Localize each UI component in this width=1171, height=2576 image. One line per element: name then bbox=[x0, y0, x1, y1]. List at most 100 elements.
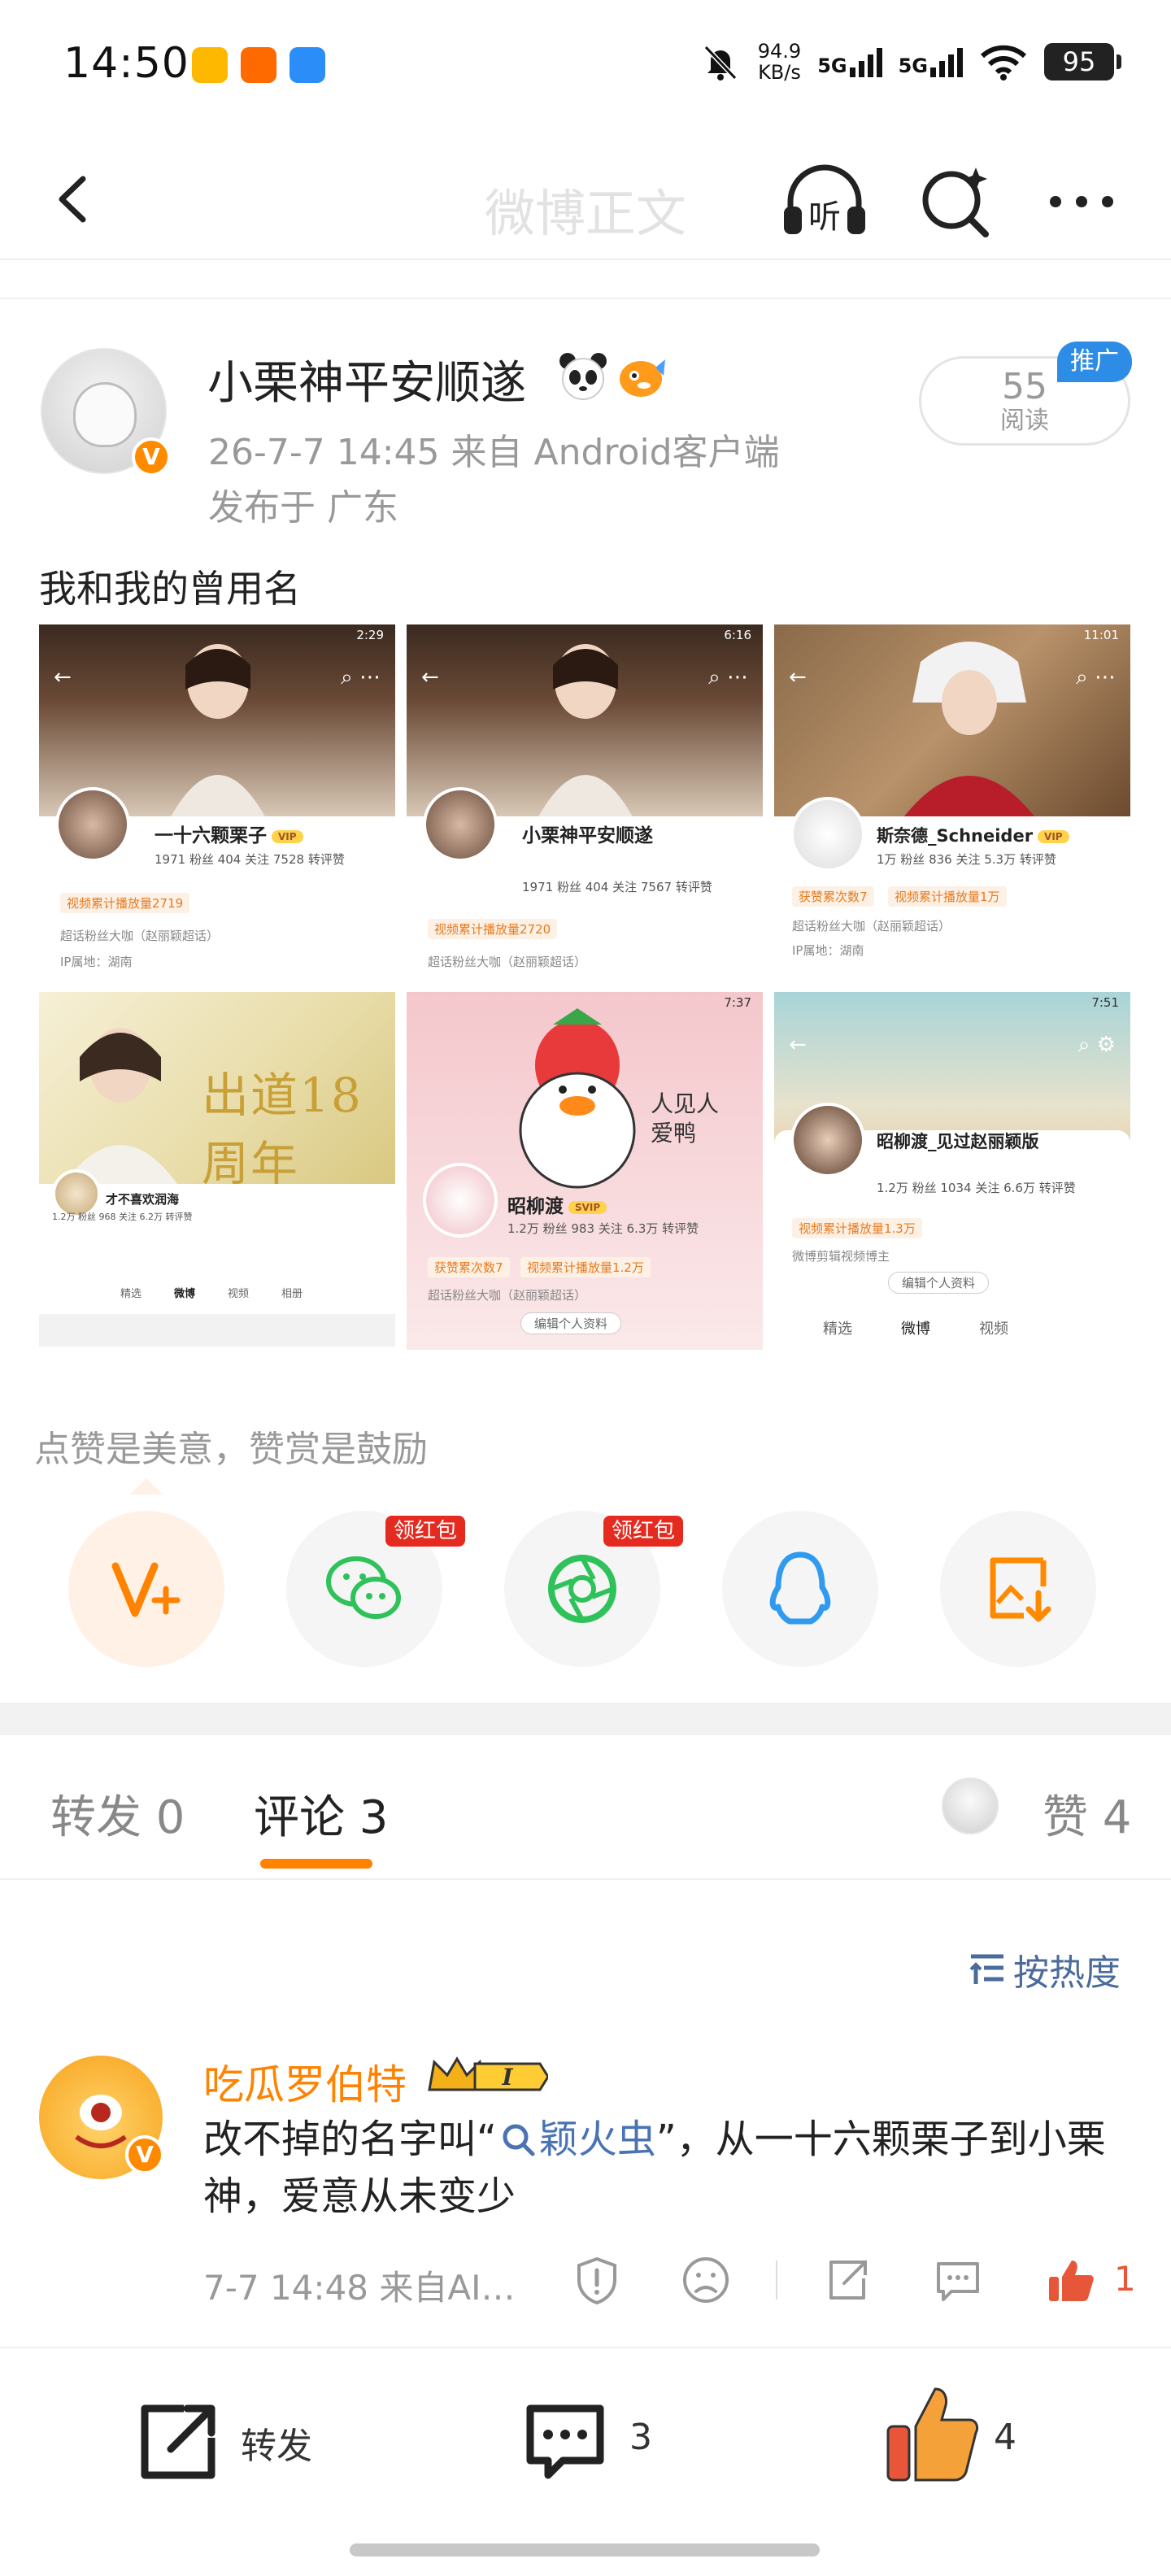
post-image-6[interactable]: 7:51 ← ⌕ ⚙ 昭柳渡_见过赵丽颖版 1.2万 粉丝 1034 关注 6.6… bbox=[774, 992, 1130, 1350]
mini-line: IP属地：湖南 bbox=[792, 943, 864, 958]
repost-label[interactable]: 转发 bbox=[241, 2417, 312, 2469]
mini-avatar bbox=[55, 787, 130, 862]
author-name[interactable]: 小栗神平安顺遂 bbox=[207, 346, 526, 412]
tab-comment[interactable]: 评论 3 bbox=[254, 1781, 388, 1847]
home-indicator[interactable] bbox=[350, 2543, 820, 2556]
mini-status-bar: 7:51 bbox=[774, 992, 1130, 1015]
divider bbox=[0, 298, 1171, 299]
mini-name: 才不喜欢润海 bbox=[106, 1192, 180, 1207]
reply-comment-icon[interactable] bbox=[932, 2254, 984, 2306]
post-image-3[interactable]: 11:01 ← ⌕ ⋯ 斯奈德_Schneider VIP 1万 粉丝 836 关注… bbox=[774, 624, 1130, 982]
signal-1-label: 5G bbox=[817, 54, 847, 77]
back-arrow-icon[interactable] bbox=[41, 163, 106, 236]
mini-tabs: 精选 微博 视频 相册 bbox=[120, 1285, 303, 1300]
post-text: 我和我的曾用名 bbox=[39, 567, 301, 611]
search-icon bbox=[503, 2124, 535, 2156]
edit-profile-chip: 编辑个人资料 bbox=[520, 1312, 622, 1334]
comment-icon[interactable] bbox=[520, 2397, 610, 2487]
tab-repost[interactable]: 转发 0 bbox=[50, 1781, 185, 1847]
mini-feed-strip bbox=[39, 1314, 395, 1347]
qq-penguin-icon bbox=[769, 1551, 831, 1625]
status-indicators: 94.9 KB/s 5G 5G 95 bbox=[699, 40, 1121, 83]
mini-stats: 1.2万 粉丝 1034 关注 6.6万 转评赞 bbox=[877, 1181, 1076, 1195]
promote-tag[interactable]: 推广 bbox=[1057, 342, 1132, 382]
author-avatar[interactable]: V bbox=[41, 348, 171, 476]
post-image-2[interactable]: 6:16 ← ⌕ ⋯ 小栗神平安顺遂 1971 粉丝 404 关注 7567 转评… bbox=[407, 624, 763, 982]
person-silhouette bbox=[537, 644, 634, 820]
save-image-button[interactable] bbox=[940, 1511, 1096, 1667]
mini-name: 一十六颗栗子 VIP bbox=[155, 820, 303, 847]
person-silhouette bbox=[904, 642, 1034, 816]
mini-tag: 视频累计播放量1.2万 bbox=[520, 1257, 651, 1277]
mini-line: 超话粉丝大咖（赵丽颖超话） bbox=[60, 929, 220, 943]
mini-status-time: 11:01 bbox=[1083, 628, 1119, 642]
mini-name: 斯奈德_Schneider VIP bbox=[877, 823, 1069, 847]
net-speed-value: 94.9 bbox=[757, 40, 802, 63]
post-image-4[interactable]: 出道18周年 才不喜欢润海 1.2万 粉丝 968 关注 6.2万 转评赞 精选… bbox=[39, 992, 395, 1350]
mini-tab: 微博 bbox=[174, 1288, 196, 1300]
v-plus-icon bbox=[111, 1562, 181, 1617]
dislike-face-icon[interactable] bbox=[680, 2254, 732, 2306]
hongbao-tag-2[interactable]: 领红包 bbox=[603, 1516, 683, 1547]
save-image-icon bbox=[990, 1557, 1051, 1622]
mini-tag: 视频累计播放量1万 bbox=[888, 886, 1007, 907]
mini-name-text: 一十六颗栗子 bbox=[155, 825, 267, 846]
comment-count[interactable]: 3 bbox=[629, 2417, 652, 2458]
duck-sticker bbox=[519, 1008, 636, 1189]
active-tab-indicator bbox=[260, 1859, 372, 1869]
reward-v-plus-button[interactable] bbox=[68, 1511, 224, 1667]
sort-icon bbox=[969, 1954, 1003, 1984]
mini-name-text: 昭柳渡 bbox=[507, 1196, 564, 1217]
page-title: 微博正文 bbox=[484, 184, 686, 243]
commenter-name[interactable]: 吃瓜罗伯特 bbox=[203, 2052, 407, 2111]
topic-link[interactable]: 颖火虫 bbox=[497, 2117, 656, 2162]
section-divider bbox=[0, 1703, 1171, 1735]
like-thumb-icon[interactable] bbox=[883, 2381, 981, 2487]
comment-meta: 7-7 14:48 来自AI… bbox=[203, 2268, 516, 2308]
listen-headphone-icon[interactable]: 听 bbox=[779, 163, 870, 241]
member-level: I bbox=[501, 2064, 513, 2091]
post-image-1[interactable]: 2:29 ← ⌕ ⋯ 一十六颗栗子 VIP 1971 粉丝 404 关注 7528 … bbox=[39, 624, 395, 982]
thumbs-up-icon[interactable] bbox=[1044, 2254, 1096, 2306]
mini-tag: 视频累计播放量2720 bbox=[428, 919, 558, 939]
like-count[interactable]: 4 bbox=[994, 2417, 1016, 2458]
read-label: 阅读 bbox=[1000, 407, 1049, 435]
vip-badge: VIP bbox=[1038, 830, 1069, 843]
commenter-avatar[interactable]: V bbox=[39, 2056, 164, 2179]
mini-tag: 视频累计播放量1.3万 bbox=[792, 1218, 922, 1238]
reward-text: 点赞是美意，赞赏是鼓励 bbox=[34, 1429, 428, 1470]
hongbao-tag-1[interactable]: 领红包 bbox=[385, 1516, 465, 1547]
status-time: 14:50 bbox=[63, 39, 189, 88]
more-options-icon[interactable] bbox=[1041, 177, 1122, 226]
repost-icon[interactable] bbox=[133, 2397, 223, 2487]
mini-nav: ← ⌕ ⋯ bbox=[421, 665, 748, 690]
signal-1: 5G bbox=[817, 46, 882, 77]
bottom-action-bar: 转发 3 4 bbox=[0, 2347, 1171, 2576]
sort-by-hot-button[interactable]: 按热度 bbox=[968, 1943, 1121, 1995]
liker-avatar[interactable] bbox=[942, 1778, 999, 1834]
search-ai-icon[interactable] bbox=[917, 163, 995, 241]
share-qq-button[interactable] bbox=[722, 1511, 878, 1667]
post-image-5[interactable]: 人见人爱鸭 7:37 昭柳渡 SVIP 1.2万 粉丝 983 关注 6.3万 转… bbox=[407, 992, 763, 1350]
mini-avatar bbox=[423, 787, 498, 862]
moments-shutter-icon bbox=[548, 1555, 616, 1623]
mini-stats: 1971 粉丝 404 关注 7567 转评赞 bbox=[522, 880, 712, 894]
tab-like[interactable]: 赞 4 bbox=[1043, 1781, 1131, 1847]
browser-app-icon bbox=[289, 47, 325, 83]
top-navigation: 微博正文 听 bbox=[0, 138, 1171, 260]
mini-tab: 精选 bbox=[120, 1288, 142, 1300]
panda-icon bbox=[559, 353, 607, 400]
mini-line: 超话粉丝大咖（赵丽颖超话） bbox=[792, 919, 951, 933]
mini-status-bar: 7:37 bbox=[407, 992, 763, 1015]
mini-avatar bbox=[790, 1103, 865, 1177]
wifi-icon bbox=[980, 45, 1027, 80]
mini-tab: 视频 bbox=[228, 1288, 250, 1300]
mini-tab: 微博 bbox=[901, 1321, 930, 1338]
mini-tab: 精选 bbox=[823, 1321, 852, 1338]
mini-status-time: 7:51 bbox=[1091, 995, 1119, 1010]
mini-status-bar: 6:16 bbox=[407, 624, 763, 647]
mini-name: 昭柳渡 SVIP bbox=[507, 1190, 607, 1218]
verified-badge-icon: V bbox=[132, 437, 171, 476]
report-icon[interactable] bbox=[571, 2254, 623, 2306]
share-comment-icon[interactable] bbox=[821, 2254, 873, 2306]
